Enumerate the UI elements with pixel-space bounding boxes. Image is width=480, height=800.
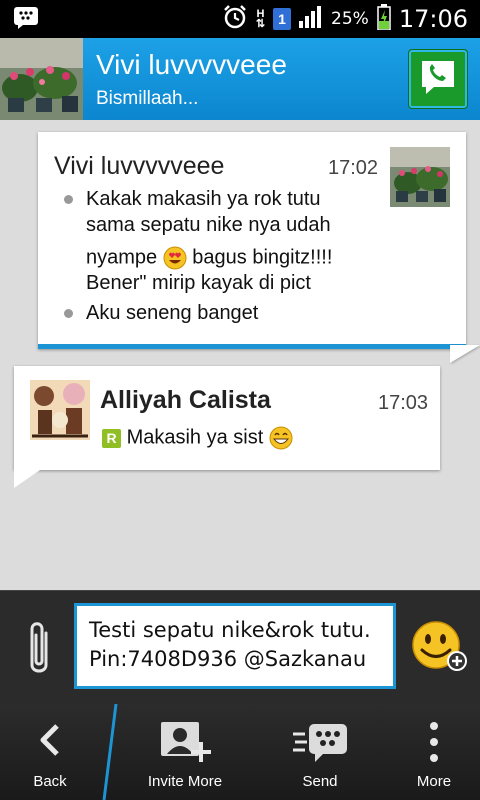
message-bubble-sent[interactable]: Alliyah Calista 17:03 R Makasih ya sist <box>14 366 440 488</box>
sender-avatar[interactable] <box>390 147 450 207</box>
signal-icon <box>299 5 323 33</box>
voice-call-button[interactable] <box>408 49 468 109</box>
back-label: Back <box>33 773 67 790</box>
message-sender: Alliyah Calista <box>100 386 271 414</box>
back-arrow-icon <box>35 720 65 765</box>
grin-emoji-icon <box>269 426 293 450</box>
message-bubble-received[interactable]: Vivi luvvvvveee 17:02 Kakak makasih ya r… <box>38 132 480 363</box>
message-text: bagus bingitz!!!! <box>192 246 333 269</box>
heart-eyes-emoji-icon <box>163 246 187 270</box>
emoticon-picker-icon[interactable] <box>410 621 470 678</box>
bbm-notification-icon <box>14 7 38 34</box>
message-time: 17:03 <box>378 392 429 414</box>
toolbar-divider <box>102 704 118 800</box>
more-button[interactable]: More <box>388 704 480 800</box>
bubble-tail <box>14 470 40 488</box>
message-line: Bener" mirip kayak di pict <box>86 272 311 294</box>
read-receipt-icon: R <box>102 428 121 448</box>
compose-bar: Testi sepatu nike&rok tutu. Pin:7408D936… <box>0 590 480 705</box>
message-text: nyampe <box>86 246 158 269</box>
alarm-icon <box>222 4 248 35</box>
clock: 17:06 <box>398 5 468 33</box>
overflow-menu-icon <box>428 720 440 769</box>
contact-name: Vivi luvvvvveee <box>96 49 287 80</box>
bullet <box>64 195 73 204</box>
message-line: Kakak makasih ya rok tutu <box>86 188 321 210</box>
back-button[interactable]: Back <box>0 704 100 800</box>
contact-avatar[interactable] <box>0 38 83 120</box>
more-label: More <box>416 773 452 790</box>
bullet <box>64 309 73 318</box>
message-sender: Vivi luvvvvveee <box>54 152 225 180</box>
chat-area[interactable]: Vivi luvvvvveee 17:02 Kakak makasih ya r… <box>0 120 480 590</box>
message-line: sama sepatu nike nya udah <box>86 214 331 236</box>
message-line: Aku seneng banget <box>86 302 259 324</box>
sim-icon: 1 <box>273 8 292 30</box>
invite-more-button[interactable]: Invite More <box>120 704 250 800</box>
input-line: Pin:7408D936 @Sazkanau <box>89 647 367 671</box>
network-type-icon: H ⇅ <box>255 8 266 30</box>
send-button[interactable]: Send <box>270 704 370 800</box>
bbm-send-icon <box>291 720 349 769</box>
contact-status: Bismillaah... <box>96 88 199 109</box>
message-line: R Makasih ya sist <box>102 426 293 450</box>
battery-percent: 25% <box>331 9 369 29</box>
message-line-emoji: nyampe bagus bingitz!!!! <box>86 246 332 270</box>
bottom-toolbar: Back Invite More Send More <box>0 704 480 800</box>
message-text: Makasih ya sist <box>126 426 264 449</box>
status-bar: H ⇅ 1 25% 17:06 <box>0 0 480 38</box>
attach-icon[interactable] <box>24 619 54 684</box>
input-line: Testi sepatu nike&rok tutu. <box>89 618 371 642</box>
phone-icon <box>418 59 458 100</box>
battery-charging-icon <box>377 3 391 35</box>
message-time: 17:02 <box>328 157 379 179</box>
chat-header: Vivi luvvvvveee Bismillaah... <box>0 38 480 120</box>
my-avatar[interactable] <box>30 380 90 440</box>
add-contact-icon <box>157 720 213 771</box>
message-input[interactable]: Testi sepatu nike&rok tutu. Pin:7408D936… <box>74 603 396 689</box>
send-label: Send <box>302 773 338 790</box>
invite-more-label: Invite More <box>147 773 223 790</box>
bubble-tail <box>450 345 480 363</box>
